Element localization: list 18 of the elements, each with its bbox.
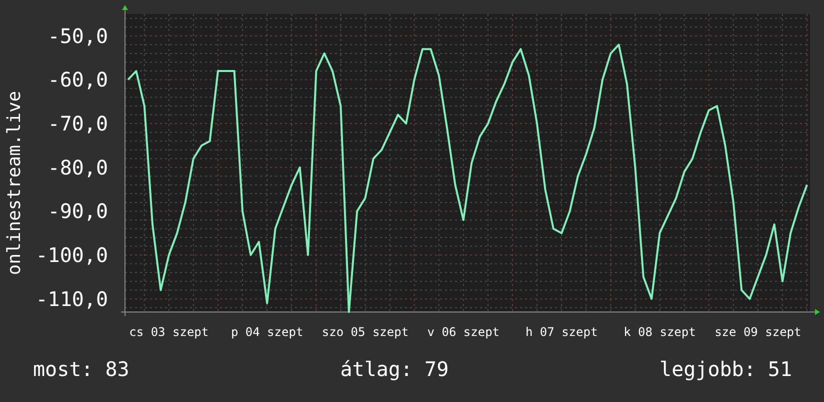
x-tick-label: k 08 szept [624,325,696,339]
stat-text: most: 83 [33,357,130,381]
x-tick-label: h 07 szept [525,325,598,339]
x-tick-label: v 06 szept [427,325,500,339]
y-tick-label: -100,0 [36,243,108,268]
y-tick-label: -80,0 [48,155,108,180]
x-tick-label: szo 05 szept [322,325,409,339]
x-tick-label: cs 03 szept [129,325,209,339]
y-axis-title: onlinestream.live [4,90,25,276]
y-tick-label: -60,0 [48,68,108,92]
stat-text: legjobb: 51 [660,357,792,381]
x-tick-label: p 04 szept [230,325,304,339]
y-tick-label: -90,0 [48,199,108,224]
x-tick-label: sze 09 szept [714,325,802,339]
y-tick-label: -50,0 [48,24,108,48]
y-tick-label: -110,0 [36,286,108,311]
stat-text: átlag: 79 [340,357,449,381]
y-tick-label: -70,0 [48,112,108,136]
